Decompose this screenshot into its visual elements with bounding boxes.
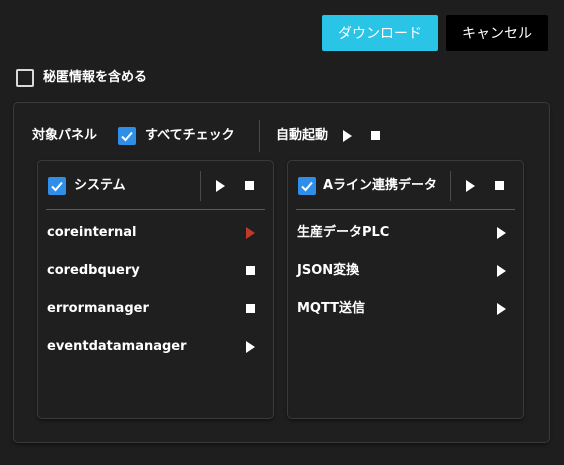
panel-a-line xyxy=(288,161,523,418)
stop-icon[interactable] xyxy=(246,266,255,275)
panel-a-line-header-divider xyxy=(450,171,451,201)
panel-system-divider xyxy=(46,209,265,210)
download-button[interactable]: ダウンロード xyxy=(322,15,438,51)
list-item-label: coredbquery xyxy=(47,263,140,278)
panel-a-line-play-icon[interactable] xyxy=(466,180,475,192)
play-icon[interactable] xyxy=(246,341,255,353)
play-icon[interactable] xyxy=(497,227,506,239)
include-secrets-checkbox[interactable] xyxy=(16,69,34,87)
panel-a-line-divider xyxy=(296,209,515,210)
panel-system-title: システム xyxy=(74,178,126,193)
running-play-icon[interactable] xyxy=(246,227,255,239)
panel-system xyxy=(38,161,273,418)
check-all-label: すべてチェック xyxy=(145,128,235,143)
list-item-label: JSON変換 xyxy=(297,263,360,278)
play-icon[interactable] xyxy=(497,303,506,315)
list-item-label: eventdatamanager xyxy=(47,339,187,354)
play-icon[interactable] xyxy=(497,265,506,277)
panel-system-stop-icon[interactable] xyxy=(245,181,254,190)
autostart-label: 自動起動 xyxy=(276,128,329,143)
panel-a-line-stop-icon[interactable] xyxy=(495,181,504,190)
autostart-play-icon[interactable] xyxy=(343,130,352,142)
panel-system-checkbox[interactable] xyxy=(48,177,66,195)
panel-system-header-divider xyxy=(200,171,201,201)
panel-a-line-title: Aライン連携データ xyxy=(323,178,438,193)
target-panel-label: 対象パネル xyxy=(32,128,98,143)
list-item-label: 生産データPLC xyxy=(297,225,390,240)
header-divider xyxy=(259,120,260,152)
cancel-button[interactable]: キャンセル xyxy=(446,15,548,51)
check-icon xyxy=(301,181,313,192)
stop-icon[interactable] xyxy=(246,304,255,313)
list-item-label: MQTT送信 xyxy=(297,301,366,316)
include-secrets-label: 秘匿情報を含める xyxy=(43,70,148,85)
list-item-label: errormanager xyxy=(47,301,149,316)
panel-system-play-icon[interactable] xyxy=(216,180,225,192)
check-icon xyxy=(51,181,63,192)
autostart-stop-icon[interactable] xyxy=(371,131,380,140)
check-icon xyxy=(121,131,133,142)
panel-a-line-checkbox[interactable] xyxy=(298,177,316,195)
list-item-label: coreinternal xyxy=(47,225,137,240)
check-all-checkbox[interactable] xyxy=(118,127,136,145)
